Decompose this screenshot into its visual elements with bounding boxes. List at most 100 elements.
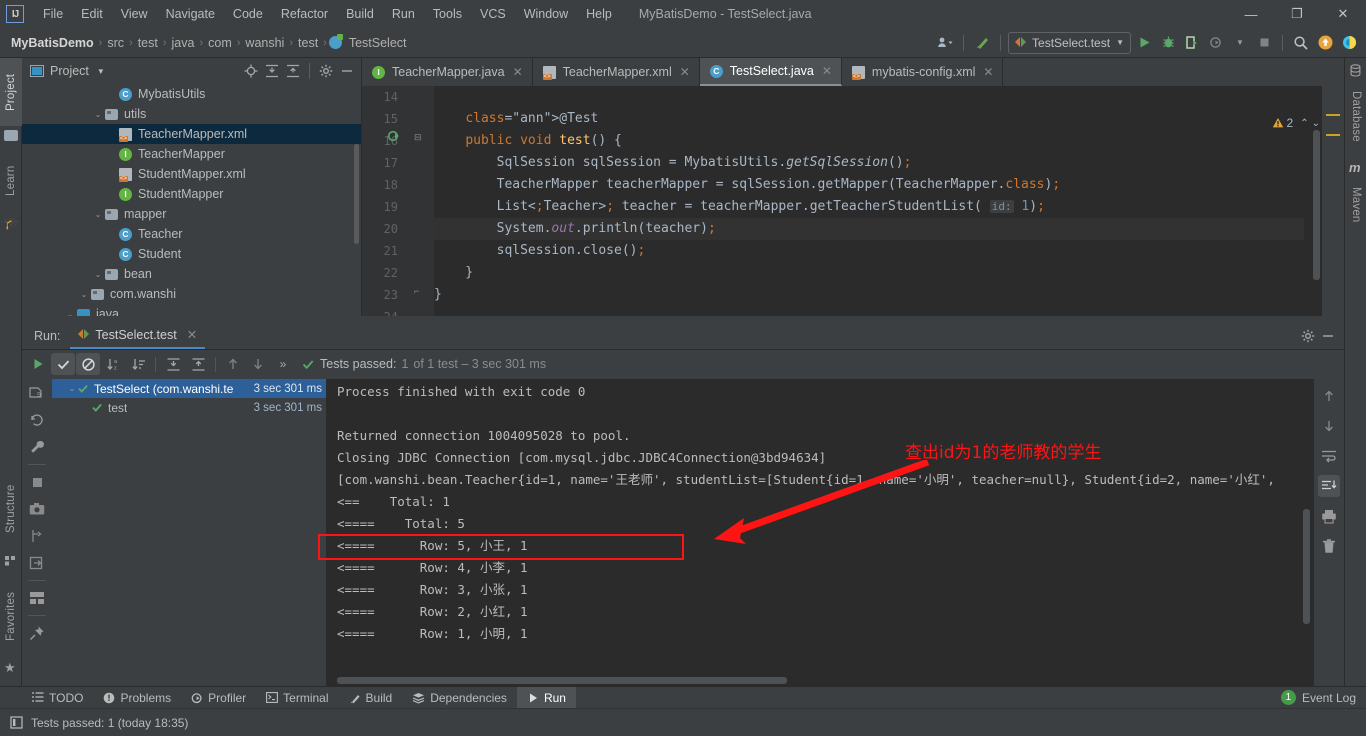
test-results-tree[interactable]: ⌄ TestSelect (com.wanshi.te 3 sec 301 ms te… xyxy=(52,379,327,686)
tree-item-bean[interactable]: ⌄ bean xyxy=(22,264,361,284)
close-icon[interactable]: ✕ xyxy=(680,65,690,79)
warning-marker[interactable] xyxy=(1326,134,1340,136)
tool-tab-structure[interactable]: Structure xyxy=(0,469,22,549)
menu-view[interactable]: View xyxy=(112,3,157,25)
rerun-failed-icon[interactable] xyxy=(27,410,47,430)
settings-wrench-icon[interactable] xyxy=(27,437,47,457)
gear-icon[interactable] xyxy=(316,61,336,81)
gear-icon[interactable] xyxy=(1298,326,1318,346)
status-tab-profiler[interactable]: Profiler xyxy=(181,687,256,709)
menu-refactor[interactable]: Refactor xyxy=(272,3,337,25)
code-content[interactable]: class="ann">@Test public void test() { S… xyxy=(434,86,1304,316)
scroll-down-icon[interactable] xyxy=(1318,415,1340,437)
run-icon[interactable] xyxy=(1133,32,1155,54)
user-icon[interactable] xyxy=(934,32,956,54)
status-tab-terminal[interactable]: Terminal xyxy=(256,687,338,709)
tool-tab-maven[interactable]: Maven xyxy=(1345,176,1366,234)
close-icon[interactable]: ✕ xyxy=(983,65,993,79)
tree-item-utils[interactable]: ⌄ utils xyxy=(22,104,361,124)
chevron-down-icon[interactable]: ⌄ xyxy=(64,310,76,317)
hide-panel-icon[interactable] xyxy=(337,61,357,81)
editor-tab-testselect-java[interactable]: C TestSelect.java ✕ xyxy=(699,58,842,86)
debug-icon[interactable] xyxy=(1157,32,1179,54)
run-tab-testselect[interactable]: TestSelect.test ✕ xyxy=(70,322,206,349)
tree-item-teacher[interactable]: C Teacher xyxy=(22,224,361,244)
tree-item-java[interactable]: ⌄ java xyxy=(22,304,361,316)
menu-tools[interactable]: Tools xyxy=(424,3,471,25)
editor-vertical-scrollbar[interactable] xyxy=(1313,130,1320,280)
tool-tab-database[interactable]: Database xyxy=(1345,80,1366,152)
chevron-down-icon[interactable]: ⌄ xyxy=(78,290,90,299)
code-fold-icon[interactable]: ⊟ xyxy=(414,132,422,143)
breadcrumb-test2[interactable]: test xyxy=(295,36,321,50)
editor-inspection-strip[interactable] xyxy=(1322,86,1344,316)
tree-item-studentmapper[interactable]: I StudentMapper xyxy=(22,184,361,204)
editor-tab-teachermapper-xml[interactable]: TeacherMapper.xml ✕ xyxy=(533,58,700,86)
code-editor[interactable]: 1415161718192021222324 ⊟ ⌐ class="ann">@… xyxy=(362,86,1344,316)
project-file-tree[interactable]: C MybatisUtils ⌄ utils TeacherMapper.xml I Tea… xyxy=(22,84,361,316)
close-icon[interactable]: ✕ xyxy=(822,64,832,78)
code-fold-icon[interactable]: ⌐ xyxy=(414,286,419,296)
menu-navigate[interactable]: Navigate xyxy=(157,3,224,25)
tool-tab-favorites[interactable]: Favorites xyxy=(0,576,22,656)
thread-dump-icon[interactable] xyxy=(27,526,47,546)
run-with-coverage-icon[interactable] xyxy=(1181,32,1203,54)
tree-item-teachermapper[interactable]: I TeacherMapper xyxy=(22,144,361,164)
breadcrumb-project[interactable]: MyBatisDemo xyxy=(8,36,97,50)
locate-icon[interactable] xyxy=(241,61,261,81)
chevron-down-icon[interactable]: ▼ xyxy=(97,67,105,76)
inspection-summary[interactable]: 2 ⌃ ⌄ xyxy=(1272,116,1320,130)
status-tab-build[interactable]: Build xyxy=(339,687,403,709)
attach-console-icon[interactable] xyxy=(27,553,47,573)
collapse-all-icon[interactable] xyxy=(186,353,210,375)
expand-all-icon[interactable] xyxy=(161,353,185,375)
scroll-to-end-icon[interactable] xyxy=(1318,475,1340,497)
breadcrumb-com[interactable]: com xyxy=(205,36,235,50)
maximize-button[interactable]: ❐ xyxy=(1274,0,1320,28)
chevron-down-icon[interactable]: ⌄ xyxy=(66,384,78,393)
close-button[interactable]: ✕ xyxy=(1320,0,1366,28)
breadcrumb-test[interactable]: test xyxy=(135,36,161,50)
status-tab-dependencies[interactable]: Dependencies xyxy=(402,687,517,709)
test-tree-row[interactable]: ⌄ TestSelect (com.wanshi.te 3 sec 301 ms xyxy=(52,379,326,398)
console-output[interactable]: Process finished with exit code 0 Return… xyxy=(327,379,1314,686)
run-configuration-selector[interactable]: TestSelect.test ▼ xyxy=(1008,31,1131,54)
status-tab-run[interactable]: Run xyxy=(516,686,576,709)
breadcrumb-src[interactable]: src xyxy=(104,36,127,50)
tree-item-com-wanshi[interactable]: ⌄ com.wanshi xyxy=(22,284,361,304)
screenshot-camera-icon[interactable] xyxy=(27,499,47,519)
breadcrumb-leaf[interactable]: TestSelect xyxy=(346,36,410,50)
menu-edit[interactable]: Edit xyxy=(72,3,112,25)
project-tree-scrollbar[interactable] xyxy=(354,144,359,244)
chevron-down-icon[interactable]: ▼ xyxy=(1229,32,1251,54)
update-icon[interactable] xyxy=(1314,32,1336,54)
rerun-tests-icon[interactable] xyxy=(26,353,50,375)
console-vertical-scrollbar[interactable] xyxy=(1303,509,1310,624)
layout-icon[interactable] xyxy=(27,588,47,608)
editor-tab-mybatis-config-xml[interactable]: mybatis-config.xml ✕ xyxy=(842,58,1004,86)
tree-item-mybatisutils[interactable]: C MybatisUtils xyxy=(22,84,361,104)
pin-icon[interactable] xyxy=(27,623,47,643)
chevron-up-icon[interactable]: ⌃ xyxy=(1300,118,1308,129)
more-options-icon[interactable]: » xyxy=(271,353,295,375)
chevron-down-icon[interactable]: ⌄ xyxy=(1312,118,1320,129)
print-icon[interactable] xyxy=(1318,505,1340,527)
tree-item-mapper[interactable]: ⌄ mapper xyxy=(22,204,361,224)
search-icon[interactable] xyxy=(1290,32,1312,54)
soft-wrap-icon[interactable] xyxy=(1318,445,1340,467)
breadcrumb-wanshi[interactable]: wanshi xyxy=(242,36,287,50)
next-test-icon[interactable] xyxy=(246,353,270,375)
show-passed-tests-icon[interactable] xyxy=(51,353,75,375)
prev-test-icon[interactable] xyxy=(221,353,245,375)
collapse-all-icon[interactable] xyxy=(283,61,303,81)
console-horizontal-scrollbar[interactable] xyxy=(337,677,787,684)
idea-icon[interactable] xyxy=(1338,32,1360,54)
tree-item-student[interactable]: C Student xyxy=(22,244,361,264)
minimize-button[interactable]: — xyxy=(1228,0,1274,28)
run-test-gutter-icon[interactable] xyxy=(388,130,401,143)
menu-vcs[interactable]: VCS xyxy=(471,3,515,25)
trash-icon[interactable] xyxy=(1318,535,1340,557)
menu-build[interactable]: Build xyxy=(337,3,383,25)
tool-tab-project[interactable]: Project xyxy=(0,58,22,126)
close-icon[interactable]: ✕ xyxy=(187,327,197,342)
